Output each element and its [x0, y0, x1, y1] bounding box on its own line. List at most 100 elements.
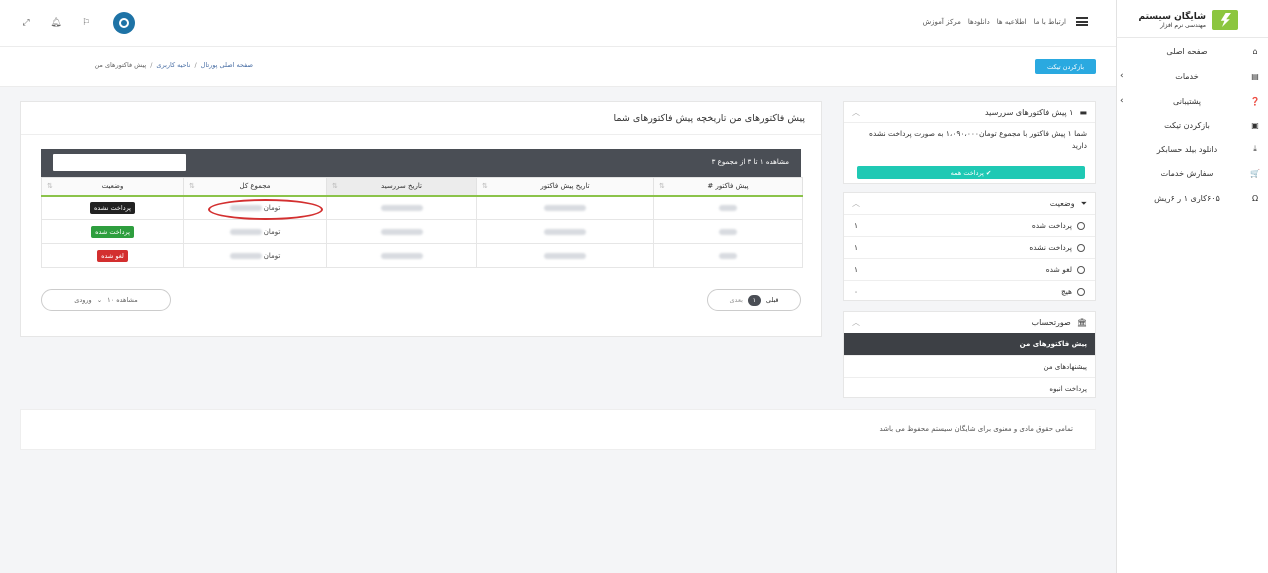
- column-label: وضعیت: [101, 182, 124, 191]
- filter-count: ۱: [854, 243, 859, 252]
- radio-icon[interactable]: [1077, 265, 1085, 274]
- column-header-due-date[interactable]: تاریخ سررسید ⇅: [326, 177, 477, 197]
- breadcrumb-home[interactable]: صفحه اصلی پورتال: [201, 61, 253, 69]
- bell-icon[interactable]: 🔔︎: [50, 17, 62, 29]
- pagination-next[interactable]: بعدی: [729, 296, 742, 304]
- topnav-link-contact[interactable]: ارتباط با ما: [1034, 18, 1066, 26]
- brand-logo[interactable]: شایگان سیستم مهندسی نرم افزار: [1139, 10, 1238, 30]
- bank-icon: 🏛︎: [1076, 318, 1087, 327]
- billing-item-my-quotes[interactable]: پیشنهادهای من: [844, 355, 1095, 377]
- copyright-text: تمامی حقوق مادی و معنوی برای شایگان سیست…: [879, 425, 1074, 433]
- filter-option-paid[interactable]: پرداخت شده ۱: [844, 214, 1095, 236]
- credit-card-icon: ▬: [1079, 107, 1087, 117]
- ticket-icon: ▣: [1251, 120, 1259, 130]
- help-icon: ❓: [1250, 96, 1260, 106]
- sidebar-item-affiliate[interactable]: Ω ۶۰۵کاری ۱ ر ۶ریش: [1120, 190, 1260, 206]
- filter-label: لغو شده: [1045, 265, 1072, 274]
- sidebar-item-label: دانلود بیلد حسابکر: [1156, 144, 1218, 154]
- table-row[interactable]: تومان پرداخت شده: [41, 219, 803, 244]
- cell-status: لغو شده: [41, 243, 184, 268]
- panel-header[interactable]: ▬ ۱ پیش فاکتورهای سررسید ︿: [844, 102, 1095, 123]
- pay-all-button[interactable]: ✔ پرداخت همه: [857, 166, 1085, 179]
- breadcrumb-current: پیش فاکتورهای من: [94, 61, 147, 69]
- filter-icon: ⏷: [1080, 198, 1087, 208]
- topnav-link-announcements[interactable]: اطلاعیه ها: [997, 18, 1027, 26]
- filter-count: ۰: [854, 287, 859, 296]
- flag-icon[interactable]: ⚐: [80, 17, 92, 29]
- footer: تمامی حقوق مادی و معنوی برای شایگان سیست…: [20, 409, 1096, 450]
- sidebar-item-order[interactable]: 🛒 سفارش خدمات: [1120, 165, 1260, 181]
- billing-panel: 🏛︎ صورتحساب ︿ پیش فاکتورهای من پیشنهادها…: [843, 311, 1096, 398]
- radio-icon[interactable]: [1077, 221, 1085, 230]
- chevron-up-icon[interactable]: ︿: [852, 107, 860, 118]
- user-account-icon[interactable]: [113, 12, 135, 34]
- topnav-link-downloads[interactable]: دانلودها: [968, 18, 990, 26]
- expand-icon[interactable]: ⤢: [20, 17, 32, 29]
- cell-total: تومان: [183, 219, 327, 244]
- breadcrumb-bar: صفحه اصلی پورتال/ناحیه کاربری/پیش فاکتور…: [0, 47, 1116, 87]
- radio-icon[interactable]: [1077, 287, 1085, 296]
- filter-option-unpaid[interactable]: پرداخت نشده ۱: [844, 236, 1095, 258]
- sidebar-item-home[interactable]: ⌂ صفحه اصلی: [1120, 43, 1260, 59]
- sidebar-item-download[interactable]: ⤓ دانلود بیلد حسابکر: [1120, 141, 1260, 157]
- sidebar-item-support[interactable]: ❓ پشتیبانی ›: [1120, 93, 1260, 109]
- cell-invoice-number[interactable]: [653, 195, 803, 220]
- billing-item-my-invoices[interactable]: پیش فاکتورهای من: [844, 333, 1095, 355]
- chevron-up-icon[interactable]: ︿: [852, 317, 860, 328]
- chevron-up-icon[interactable]: ︿: [852, 198, 860, 209]
- check-circle-icon: ✔: [983, 168, 992, 177]
- cell-due-date: [326, 243, 477, 268]
- cell-total: تومان: [183, 195, 327, 220]
- filter-option-cancelled[interactable]: لغو شده ۱: [844, 258, 1095, 280]
- sidebar-item-label: پشتیبانی: [1173, 96, 1201, 106]
- cell-total: تومان: [183, 243, 327, 268]
- sidebar-item-label: ۶۰۵کاری ۱ ر ۶ریش: [1154, 193, 1220, 203]
- breadcrumb-area[interactable]: ناحیه کاربری: [156, 61, 190, 69]
- sidebar-item-label: سفارش خدمات: [1160, 168, 1214, 178]
- cell-invoice-date: [476, 243, 654, 268]
- open-ticket-button[interactable]: بازکردن تیکت: [1035, 59, 1096, 74]
- column-header-invoice-date[interactable]: تاریخ پیش فاکتور ⇅: [476, 177, 654, 197]
- redacted-value: [719, 252, 737, 259]
- invoices-table: پیش فاکتور # ⇅ تاریخ پیش فاکتور ⇅ تاریخ سر…: [41, 177, 803, 268]
- column-header-status[interactable]: وضعیت ⇅: [41, 177, 184, 197]
- sort-icon: ⇅: [659, 182, 665, 190]
- highlight-annotation: [208, 198, 323, 220]
- panel-header[interactable]: ⏷ وضعیت ︿: [844, 193, 1095, 214]
- cart-icon: 🛒: [1250, 168, 1260, 178]
- column-header-total[interactable]: مجموع کل ⇅: [183, 177, 327, 197]
- cell-invoice-number[interactable]: [653, 219, 803, 244]
- radio-icon[interactable]: [1077, 243, 1085, 252]
- redacted-value: [380, 252, 423, 259]
- invoices-card: پیش فاکتورهای من تاریخچه پیش فاکتورهای ش…: [20, 101, 822, 337]
- table-row[interactable]: تومان پرداخت نشده: [41, 195, 803, 220]
- filter-label: هیچ: [1060, 287, 1072, 296]
- table-search-input[interactable]: [53, 154, 186, 171]
- redacted-value: [719, 204, 737, 211]
- billing-item-mass-pay[interactable]: پرداخت انبوه: [844, 377, 1095, 399]
- topnav-link-knowledgebase[interactable]: مرکز آموزش: [923, 18, 961, 26]
- panel-header[interactable]: 🏛︎ صورتحساب ︿: [844, 312, 1095, 333]
- per-page-select[interactable]: مشاهده ۱۰ ⌄ ورودی: [41, 289, 171, 311]
- pagination-current[interactable]: ۱: [747, 294, 761, 306]
- menu-icon[interactable]: [1076, 17, 1088, 26]
- filter-option-none[interactable]: هیچ ۰: [844, 280, 1095, 302]
- status-badge: پرداخت شده: [91, 225, 134, 238]
- panel-title: صورتحساب: [1031, 318, 1071, 327]
- status-filter-panel: ⏷ وضعیت ︿ پرداخت شده ۱ پرداخت نشده ۱ لغو…: [843, 192, 1096, 301]
- pagination-prev[interactable]: قبلی: [766, 296, 779, 304]
- table-row[interactable]: تومان لغو شده: [41, 243, 803, 268]
- omega-icon: Ω: [1251, 193, 1259, 203]
- sidebar-item-open-ticket[interactable]: ▣ بازکردن تیکت: [1120, 117, 1260, 133]
- column-header-invoice-number[interactable]: پیش فاکتور # ⇅: [653, 177, 803, 197]
- sort-icon: ⇅: [332, 182, 338, 190]
- pay-all-label: پرداخت همه: [950, 168, 984, 177]
- sidebar: شایگان سیستم مهندسی نرم افزار ⌂ صفحه اصل…: [1116, 0, 1268, 573]
- page-title: پیش فاکتورهای من تاریخچه پیش فاکتورهای ش…: [613, 113, 805, 124]
- top-bar: ارتباط با ما اطلاعیه ها دانلودها مرکز آم…: [0, 0, 1116, 47]
- redacted-value: [380, 204, 423, 211]
- currency-label: تومان: [263, 227, 281, 236]
- cell-invoice-number[interactable]: [653, 243, 803, 268]
- sidebar-item-label: بازکردن تیکت: [1164, 120, 1210, 130]
- sidebar-item-services[interactable]: ▤ خدمات ›: [1120, 68, 1260, 84]
